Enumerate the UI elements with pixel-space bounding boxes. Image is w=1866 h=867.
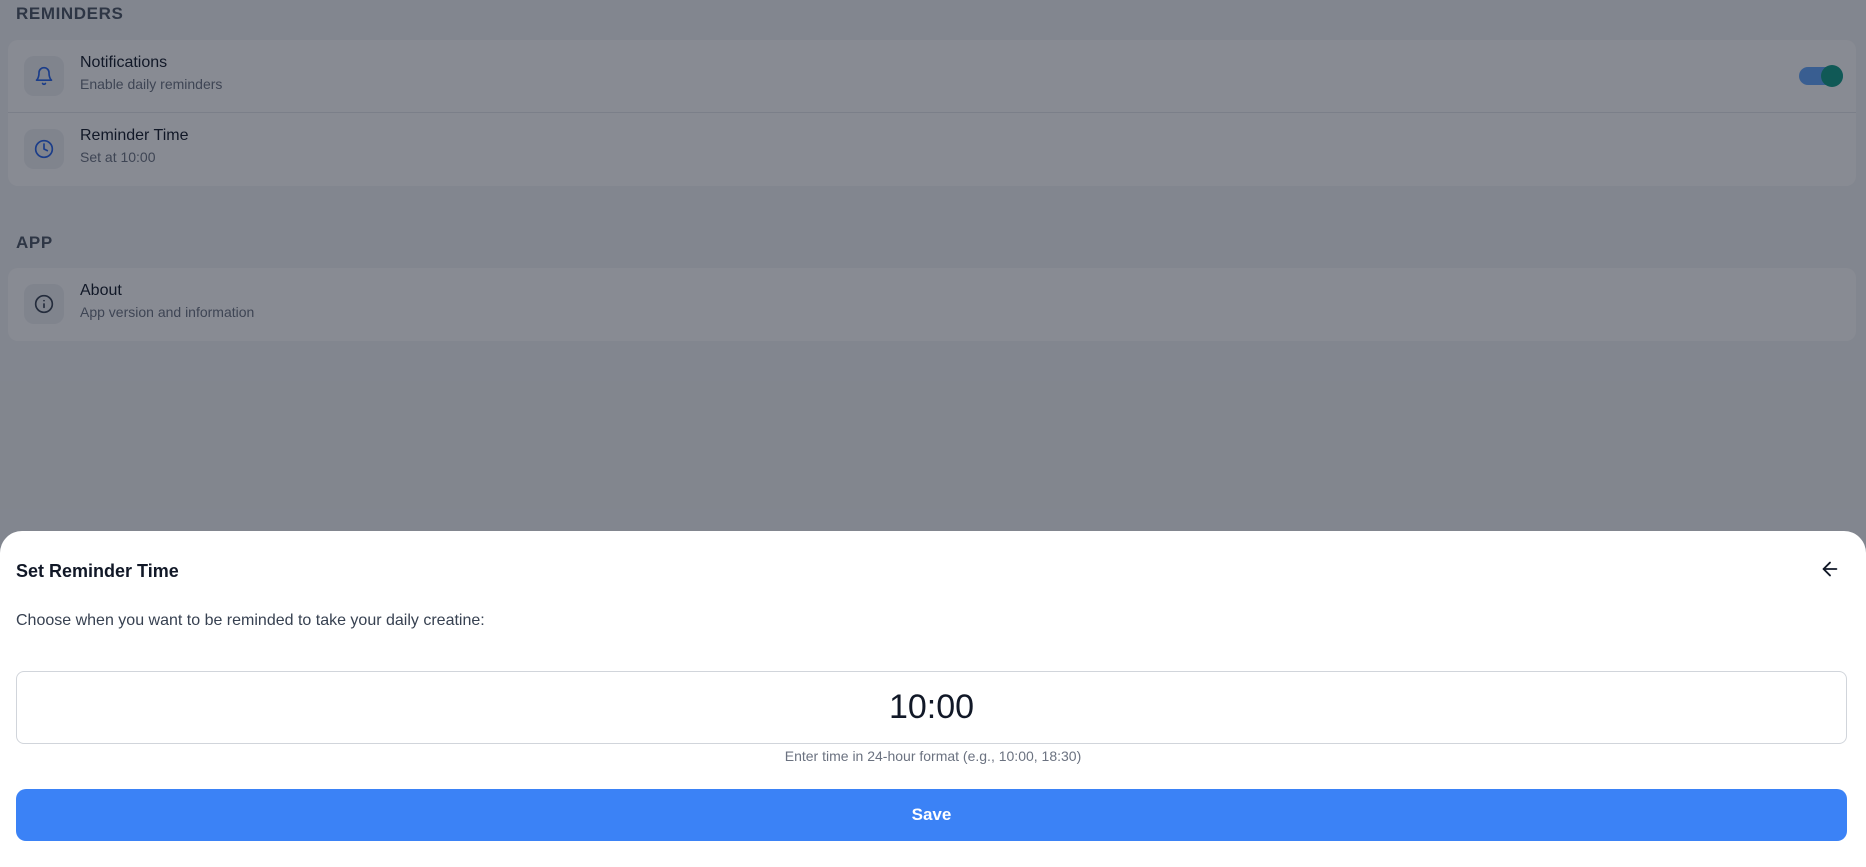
time-input[interactable]: [16, 671, 1847, 744]
sheet-title: Set Reminder Time: [16, 561, 179, 581]
time-format-hint: Enter time in 24-hour format (e.g., 10:0…: [784, 748, 1082, 764]
arrow-left-icon: [1819, 558, 1841, 585]
sheet-description: Choose when you want to be reminded to t…: [16, 612, 485, 629]
reminder-time-sheet: Set Reminder Time Choose when you want t…: [0, 531, 1866, 867]
settings-page: REMINDERS Notifications Enable daily rem…: [0, 0, 1866, 867]
save-button[interactable]: Save: [16, 789, 1847, 841]
back-button[interactable]: [1816, 557, 1844, 585]
